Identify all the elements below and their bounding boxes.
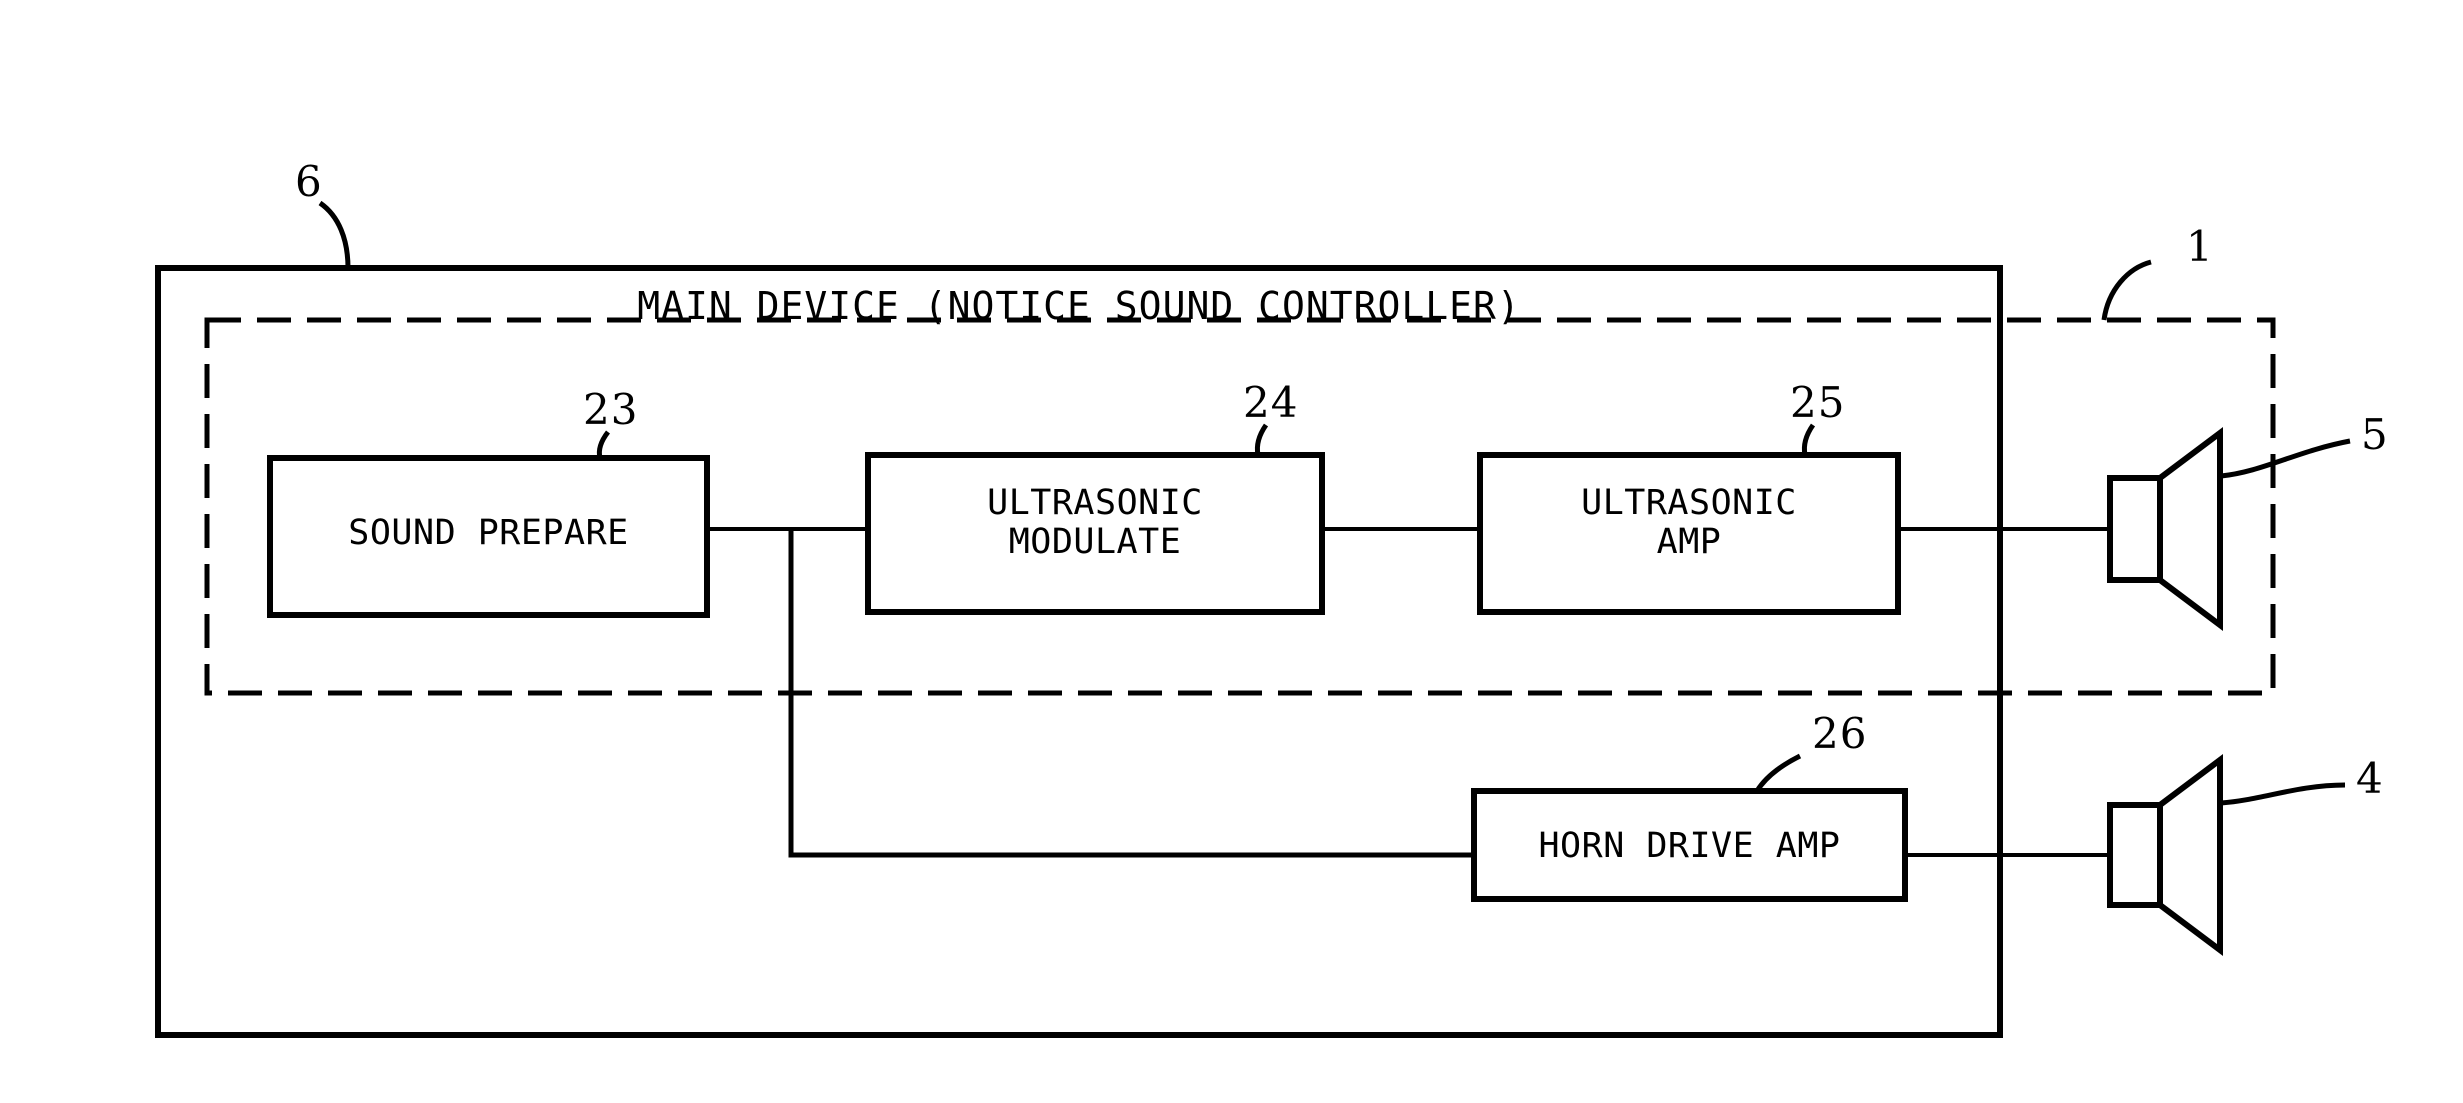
reference-numeral-ultrasonic-amp: 25 [1790, 378, 1846, 427]
ultrasonic-modulate-block-label: ULTRASONIC MODULATE [868, 484, 1322, 561]
reference-numeral-ultrasonic-modulate: 24 [1243, 378, 1299, 427]
leader-line-outer-enclosure [318, 200, 351, 269]
ultrasonic-amp-label-line1: ULTRASONIC [1581, 483, 1797, 523]
ultrasonic-amp-label-line2: AMP [1656, 521, 1722, 562]
ultrasonic-modulate-label-line2: MODULATE [1008, 521, 1182, 562]
horn-drive-amp-block-label: HORN DRIVE AMP [1538, 826, 1841, 866]
leader-line-ultrasonic-amp [1801, 423, 1816, 456]
leader-line-horn-drive-amp [1754, 753, 1802, 793]
ultrasonic-amp-block-label: ULTRASONIC AMP [1480, 484, 1898, 561]
leader-line-ultrasonic-modulate [1254, 423, 1269, 456]
reference-numeral-horn-drive-amp: 26 [1812, 709, 1868, 758]
reference-numeral-horn-speaker: 4 [2356, 754, 2384, 803]
sound-prepare-block-label: SOUND PREPARE [348, 513, 629, 553]
main-device-enclosure-box [155, 265, 2003, 1038]
main-device-title: MAIN DEVICE (NOTICE SOUND CONTROLLER) [637, 284, 1521, 328]
reference-numeral-inner-enclosure: 1 [2186, 222, 2214, 271]
leader-line-horn-speaker [2220, 782, 2346, 806]
leader-line-inner-enclosure [2101, 259, 2152, 321]
reference-numeral-sound-prepare: 23 [583, 385, 639, 434]
ultrasonic-speaker-icon [2107, 427, 2223, 631]
reference-numeral-ultrasonic-speaker: 5 [2361, 410, 2389, 459]
ultrasonic-modulate-label-line1: ULTRASONIC [987, 483, 1203, 523]
figure-canvas: MAIN DEVICE (NOTICE SOUND CONTROLLER) SO… [0, 0, 2463, 1103]
leader-line-ultrasonic-speaker [2220, 438, 2351, 479]
leader-line-sound-prepare [596, 430, 611, 459]
reference-numeral-outer-enclosure: 6 [295, 157, 323, 206]
horn-speaker-icon [2107, 754, 2223, 956]
